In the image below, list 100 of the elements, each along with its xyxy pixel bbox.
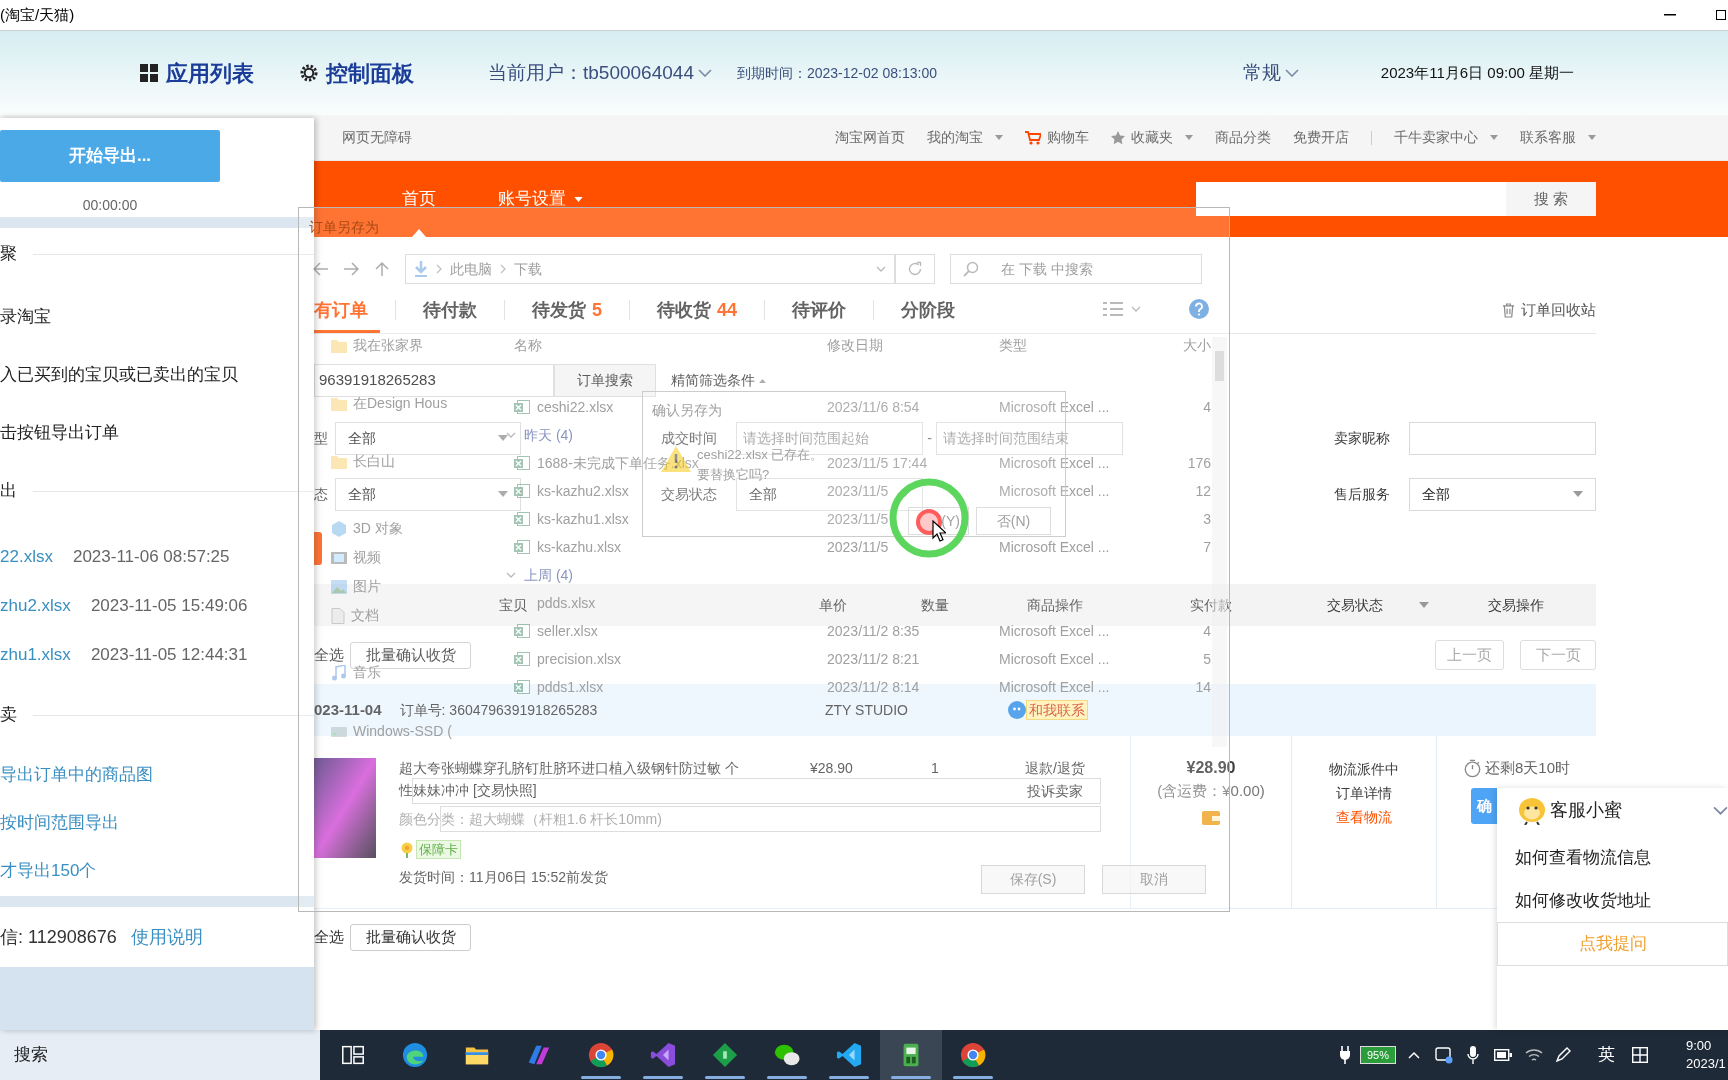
batch-confirm-button[interactable]: 批量确认收货 xyxy=(350,923,471,951)
file-name[interactable]: ceshi22.xlsx xyxy=(537,396,614,418)
filter-select[interactable]: 全部 xyxy=(1409,477,1596,511)
accessibility-link[interactable]: 网页无障碍 xyxy=(342,127,412,148)
filter-input[interactable] xyxy=(1409,421,1596,455)
usage-guide-link[interactable]: 使用说明 xyxy=(130,923,203,951)
site-nav-link[interactable]: 千牛卖家中心 xyxy=(1394,127,1498,148)
taskbar-search-field[interactable]: 搜索 xyxy=(0,1030,320,1080)
file-name[interactable]: pdds1.xlsx xyxy=(537,676,604,698)
folder-search-field[interactable]: 在 下载 中搜索 xyxy=(950,254,1202,284)
site-search-field[interactable] xyxy=(1196,182,1506,216)
file-name[interactable]: ks-kazhu1.xlsx xyxy=(537,508,629,530)
battery-icon[interactable] xyxy=(1494,1049,1512,1061)
order-tab[interactable]: 待收货 44 xyxy=(645,287,750,333)
product-title[interactable]: 超大夸张蝴蝶穿孔脐钉肚脐环进口植入级钢针防过敏 个性妹妹冲冲 [交易快照] xyxy=(399,757,749,801)
pen-icon[interactable] xyxy=(1555,1047,1571,1063)
file-type: Microsoft Excel ... xyxy=(999,677,1110,697)
select-all-label[interactable]: 全选 xyxy=(314,643,344,667)
filter-toggle-link[interactable]: 精简筛选条件 xyxy=(671,370,766,391)
minimize-icon[interactable] xyxy=(1664,14,1676,16)
site-nav-link[interactable]: 购物车 xyxy=(1025,127,1089,148)
order-tab[interactable]: 待发货 5 xyxy=(520,287,614,333)
order-search-field[interactable]: 96391918265283 xyxy=(314,364,554,397)
nav-pane-item[interactable]: Windows-SSD ( xyxy=(353,721,452,742)
help-link[interactable]: 才导出150个 xyxy=(0,858,97,884)
item-action-link[interactable]: 投诉卖家 xyxy=(1027,780,1083,803)
item-action-link[interactable]: 退款/退货 xyxy=(1025,757,1085,780)
site-nav-link[interactable]: 收藏夹 xyxy=(1111,127,1193,148)
order-tab[interactable]: 待评价 xyxy=(780,287,859,333)
file-group-label[interactable]: 昨天 (4) xyxy=(524,424,573,446)
exported-file-link[interactable]: 22.xlsx xyxy=(0,543,53,570)
current-user-dropdown[interactable]: 当前用户：tb500064044 xyxy=(488,58,712,88)
site-nav-link[interactable]: 我的淘宝 xyxy=(927,127,1003,148)
column-header[interactable]: 修改日期 xyxy=(827,334,883,356)
help-link[interactable]: 导出订单中的商品图 xyxy=(0,762,153,788)
order-tab[interactable]: 分阶段 xyxy=(889,287,968,333)
help-link[interactable]: 按时间范围导出 xyxy=(0,810,119,836)
header-nav-link[interactable]: 首页 xyxy=(402,161,436,237)
exported-file-link[interactable]: zhu2.xlsx xyxy=(0,592,71,619)
column-filter[interactable]: 交易状态 xyxy=(1327,594,1383,616)
select-all-label[interactable]: 全选 xyxy=(314,925,344,949)
clock-date[interactable]: 2023/1 xyxy=(1686,1055,1726,1073)
faq-link[interactable]: 如何查看物流信息 xyxy=(1515,844,1651,871)
order-search-button[interactable]: 订单搜索 xyxy=(554,364,656,397)
breadcrumb-item[interactable]: 此电脑 xyxy=(450,258,492,280)
file-name[interactable]: seller.xlsx xyxy=(537,620,598,642)
file-name[interactable]: pdds.xlsx xyxy=(537,592,596,614)
chevron-up-icon[interactable] xyxy=(1408,1051,1420,1059)
next-page-button[interactable]: 下一页 xyxy=(1520,640,1596,670)
nav-pane-item[interactable]: 视频 xyxy=(353,547,381,568)
prev-page-button[interactable]: 上一页 xyxy=(1435,640,1504,670)
maximize-icon[interactable] xyxy=(1716,10,1726,20)
ask-question-button[interactable]: 点我提问 xyxy=(1497,922,1728,966)
start-export-button[interactable]: 开始导出... xyxy=(0,130,220,182)
control-panel-button[interactable]: 控制面板 xyxy=(300,56,414,90)
file-name[interactable]: ks-kazhu2.xlsx xyxy=(537,480,629,502)
column-header[interactable]: 名称 xyxy=(514,334,542,356)
recycle-bin-link[interactable]: 订单回收站 xyxy=(1502,287,1596,333)
file-name[interactable]: ks-kazhu.xlsx xyxy=(537,536,622,558)
chevron-down-icon[interactable] xyxy=(1713,805,1728,815)
app-list-button[interactable]: 应用列表 xyxy=(140,56,254,90)
site-nav-link[interactable]: 联系客服 xyxy=(1520,127,1596,148)
logistics-link[interactable]: 查看物流 xyxy=(1336,805,1392,829)
caret-down-icon[interactable] xyxy=(1419,602,1429,608)
microphone-icon[interactable] xyxy=(1467,1046,1479,1064)
exported-file-link[interactable]: zhu1.xlsx xyxy=(0,641,71,668)
header-nav-link[interactable]: 账号设置 xyxy=(498,161,583,237)
faq-link[interactable]: 如何修改收货地址 xyxy=(1515,887,1651,914)
clock-time[interactable]: 9:00 xyxy=(1686,1037,1712,1055)
mode-dropdown[interactable]: 常规 xyxy=(1242,58,1299,88)
confirm-receipt-button[interactable]: 确 xyxy=(1471,788,1498,824)
address-bar[interactable]: 此电脑 下载 xyxy=(405,254,895,284)
file-name-field[interactable] xyxy=(412,778,1101,804)
dialog-button[interactable]: 取消 xyxy=(1102,865,1206,894)
nav-pane-item[interactable]: 3D 对象 xyxy=(353,518,403,539)
device-link-icon[interactable] xyxy=(1435,1046,1453,1064)
column-header[interactable]: 大小 xyxy=(1183,334,1211,356)
site-nav-link[interactable]: 商品分类 xyxy=(1215,127,1271,148)
wifi-icon[interactable] xyxy=(1525,1048,1543,1062)
site-search-button[interactable]: 搜 索 xyxy=(1506,182,1596,216)
site-nav-link[interactable]: 免费开店 xyxy=(1293,127,1349,148)
file-name[interactable]: precision.xlsx xyxy=(537,648,622,670)
filter-select[interactable]: 全部 xyxy=(335,421,521,455)
dialog-button[interactable]: 否(N) xyxy=(976,507,1051,535)
input-mode-indicator[interactable]: 英 xyxy=(1598,1042,1615,1068)
dialog-button[interactable]: 保存(S) xyxy=(981,865,1085,894)
nav-pane-item[interactable]: 文档 xyxy=(351,605,379,626)
shop-name-link[interactable]: ZTY STUDIO xyxy=(825,699,908,721)
file-group-label[interactable]: 上周 (4) xyxy=(524,564,573,586)
filter-select[interactable]: 全部 xyxy=(335,477,521,511)
breadcrumb-item[interactable]: 下载 xyxy=(514,258,542,280)
snapshot-link[interactable]: [交易快照] xyxy=(472,782,537,798)
battery-indicator[interactable]: 95% xyxy=(1360,1046,1396,1064)
nav-pane-item[interactable]: 我在张家界 xyxy=(353,335,423,356)
site-nav-link[interactable]: 淘宝网首页 xyxy=(835,127,905,148)
column-header[interactable]: 类型 xyxy=(999,334,1027,356)
nav-pane-item[interactable]: 图片 xyxy=(353,576,381,597)
order-detail-link[interactable]: 订单详情 xyxy=(1336,781,1392,805)
keyboard-grid-icon[interactable] xyxy=(1632,1047,1648,1063)
order-tab[interactable]: 待付款 xyxy=(411,287,489,333)
